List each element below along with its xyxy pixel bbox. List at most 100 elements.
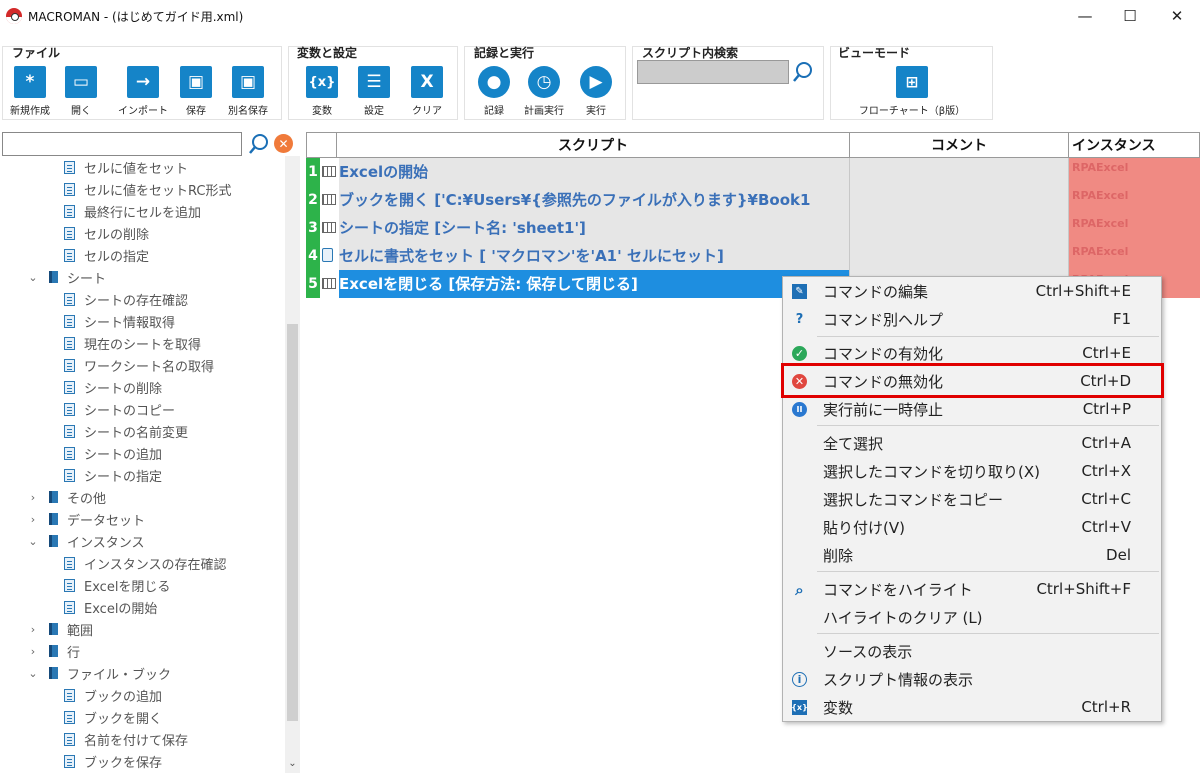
comment-cell[interactable]: [849, 214, 1068, 242]
tree-command-item[interactable]: シートの存在確認: [2, 288, 284, 310]
context-menu-item[interactable]: ⌕ コマンドをハイライト Ctrl+Shift+F: [783, 575, 1163, 603]
chevron-right-icon[interactable]: ›: [26, 623, 40, 636]
clear-search-icon[interactable]: ✕: [274, 134, 293, 153]
menu-item-shortcut: Ctrl+Shift+E: [1035, 282, 1131, 300]
context-menu-item[interactable]: 選択したコマンドをコピー Ctrl+C: [783, 485, 1163, 513]
variables-button[interactable]: {x} 変数: [292, 66, 352, 117]
chevron-right-icon[interactable]: ›: [26, 491, 40, 504]
ribbon-group-title: ビューモード: [838, 46, 911, 60]
scroll-down-icon[interactable]: ⌄: [285, 758, 300, 773]
title-bar: MACROMAN - (はじめてガイド用.xml): [0, 0, 1200, 32]
clear-button[interactable]: X クリア: [397, 66, 457, 117]
tree-folder[interactable]: › 行: [2, 640, 284, 662]
tree-command-item[interactable]: 名前を付けて保存: [2, 728, 284, 750]
comment-cell[interactable]: [849, 186, 1068, 214]
tree-command-item[interactable]: インスタンスの存在確認: [2, 552, 284, 574]
tree-command-item[interactable]: シート情報取得: [2, 310, 284, 332]
command-tree-scrollbar[interactable]: [285, 156, 300, 773]
ribbon: ファイル * 新規作成 ▭ 開く → インポート ▣ 保存 ▣ 別名保存 変数と…: [0, 32, 1200, 126]
tree-command-item[interactable]: セルに値をセットRC形式: [2, 178, 284, 200]
scrollbar-thumb[interactable]: [287, 324, 298, 721]
context-menu: ✎ コマンドの編集 Ctrl+Shift+E? コマンド別ヘルプ F1 ✓ コマンドの有効化…: [782, 276, 1162, 722]
settings-button[interactable]: ☰ 設定: [344, 66, 404, 117]
context-menu-item[interactable]: ? コマンド別ヘルプ F1: [783, 305, 1163, 333]
tree-command-item[interactable]: 現在のシートを取得: [2, 332, 284, 354]
chevron-right-icon[interactable]: ›: [26, 513, 40, 526]
schedule-run-button[interactable]: ◷ 計画実行: [514, 66, 574, 117]
script-row[interactable]: RPAExcel 1 Excelの開始: [306, 158, 1200, 186]
tree-item-label: 範囲: [67, 623, 94, 639]
command-doc-icon: [64, 424, 75, 438]
tree-folder[interactable]: ⌄ シート: [2, 266, 284, 288]
menu-item-shortcut: Del: [1106, 546, 1131, 564]
context-menu-item[interactable]: ハイライトのクリア (L): [783, 603, 1163, 631]
tree-command-item[interactable]: シートの指定: [2, 464, 284, 486]
flowchart-button[interactable]: ⊞ フローチャート（β版）: [859, 66, 965, 117]
chevron-right-icon[interactable]: ›: [26, 645, 40, 658]
tree-folder[interactable]: ⌄ インスタンス: [2, 530, 284, 552]
save-as-button[interactable]: ▣ 別名保存: [218, 66, 278, 117]
instance-cell[interactable]: RPAExcel: [1068, 186, 1200, 214]
command-doc-icon: [64, 336, 75, 350]
command-search-input[interactable]: [2, 132, 242, 156]
context-menu-item[interactable]: ソースの表示: [783, 637, 1163, 665]
check-icon: ✓: [792, 346, 807, 361]
tree-command-item[interactable]: ブックの追加: [2, 684, 284, 706]
context-menu-item[interactable]: 選択したコマンドを切り取り(X) Ctrl+X: [783, 457, 1163, 485]
tree-folder[interactable]: ⌄ ファイル・ブック: [2, 662, 284, 684]
import-button[interactable]: → インポート: [113, 66, 173, 117]
arrow-right-icon: →: [127, 66, 159, 98]
context-menu-item[interactable]: 貼り付け(V) Ctrl+V: [783, 513, 1163, 541]
grid-header-script[interactable]: スクリプト: [336, 132, 850, 158]
minimize-button[interactable]: —: [1062, 0, 1108, 32]
tree-command-item[interactable]: Excelを閉じる: [2, 574, 284, 596]
tree-command-item[interactable]: シートの追加: [2, 442, 284, 464]
command-search-icon[interactable]: [248, 133, 270, 155]
tree-item-label: シートの削除: [84, 381, 163, 397]
close-button[interactable]: ✕: [1154, 0, 1200, 32]
instance-cell[interactable]: RPAExcel: [1068, 158, 1200, 186]
context-menu-item[interactable]: i スクリプト情報の表示: [783, 665, 1163, 693]
tree-folder[interactable]: › その他: [2, 486, 284, 508]
run-button[interactable]: ▶ 実行: [566, 66, 626, 117]
save-button[interactable]: ▣ 保存: [166, 66, 226, 117]
open-button[interactable]: ▭ 開く: [51, 66, 111, 117]
context-menu-item[interactable]: ✎ コマンドの編集 Ctrl+Shift+E: [783, 277, 1163, 305]
tree-command-item[interactable]: ワークシート名の取得: [2, 354, 284, 376]
chevron-down-icon[interactable]: ⌄: [26, 667, 40, 680]
instance-cell[interactable]: RPAExcel: [1068, 242, 1200, 270]
tree-command-item[interactable]: シートの削除: [2, 376, 284, 398]
tree-command-item[interactable]: ブックを開く: [2, 706, 284, 728]
comment-cell[interactable]: [849, 242, 1068, 270]
maximize-button[interactable]: ☐: [1107, 0, 1153, 32]
chevron-down-icon[interactable]: ⌄: [26, 271, 40, 284]
tree-folder[interactable]: › データセット: [2, 508, 284, 530]
context-menu-item[interactable]: {x} 変数 Ctrl+R: [783, 693, 1163, 721]
tree-folder[interactable]: › 範囲: [2, 618, 284, 640]
context-menu-item[interactable]: 削除 Del: [783, 541, 1163, 569]
script-row[interactable]: RPAExcel 3 シートの指定 [シート名: 'sheet1']: [306, 214, 1200, 242]
context-menu-item[interactable]: 全て選択 Ctrl+A: [783, 429, 1163, 457]
script-row[interactable]: RPAExcel 4 セルに書式をセット [ 'マクロマン'を'A1' セルにセット…: [306, 242, 1200, 270]
context-menu-item[interactable]: II 実行前に一時停止 Ctrl+P: [783, 395, 1163, 423]
chevron-down-icon[interactable]: ⌄: [26, 535, 40, 548]
tree-command-item[interactable]: ブックを保存: [2, 750, 284, 772]
script-search-input[interactable]: [637, 60, 789, 84]
tree-command-item[interactable]: セルの削除: [2, 222, 284, 244]
tree-command-item[interactable]: Excelの開始: [2, 596, 284, 618]
script-search-icon[interactable]: [792, 61, 814, 83]
tree-command-item[interactable]: 最終行にセルを追加: [2, 200, 284, 222]
comment-cell[interactable]: [849, 158, 1068, 186]
command-doc-icon: [64, 182, 75, 196]
command-doc-icon: [64, 556, 75, 570]
tree-command-item[interactable]: シートの名前変更: [2, 420, 284, 442]
tree-item-label: セルの指定: [84, 249, 150, 265]
tree-command-item[interactable]: シートのコピー: [2, 398, 284, 420]
instance-cell[interactable]: RPAExcel: [1068, 214, 1200, 242]
script-row[interactable]: RPAExcel 2 ブックを開く ['C:¥Users¥{参照先のファイルが入りま…: [306, 186, 1200, 214]
tree-command-item[interactable]: セルに値をセット: [2, 156, 284, 178]
grid-header-instance[interactable]: インスタンス: [1068, 132, 1200, 158]
grid-header-comment[interactable]: コメント: [849, 132, 1069, 158]
tree-item-label: シートの指定: [84, 469, 163, 485]
tree-command-item[interactable]: セルの指定: [2, 244, 284, 266]
